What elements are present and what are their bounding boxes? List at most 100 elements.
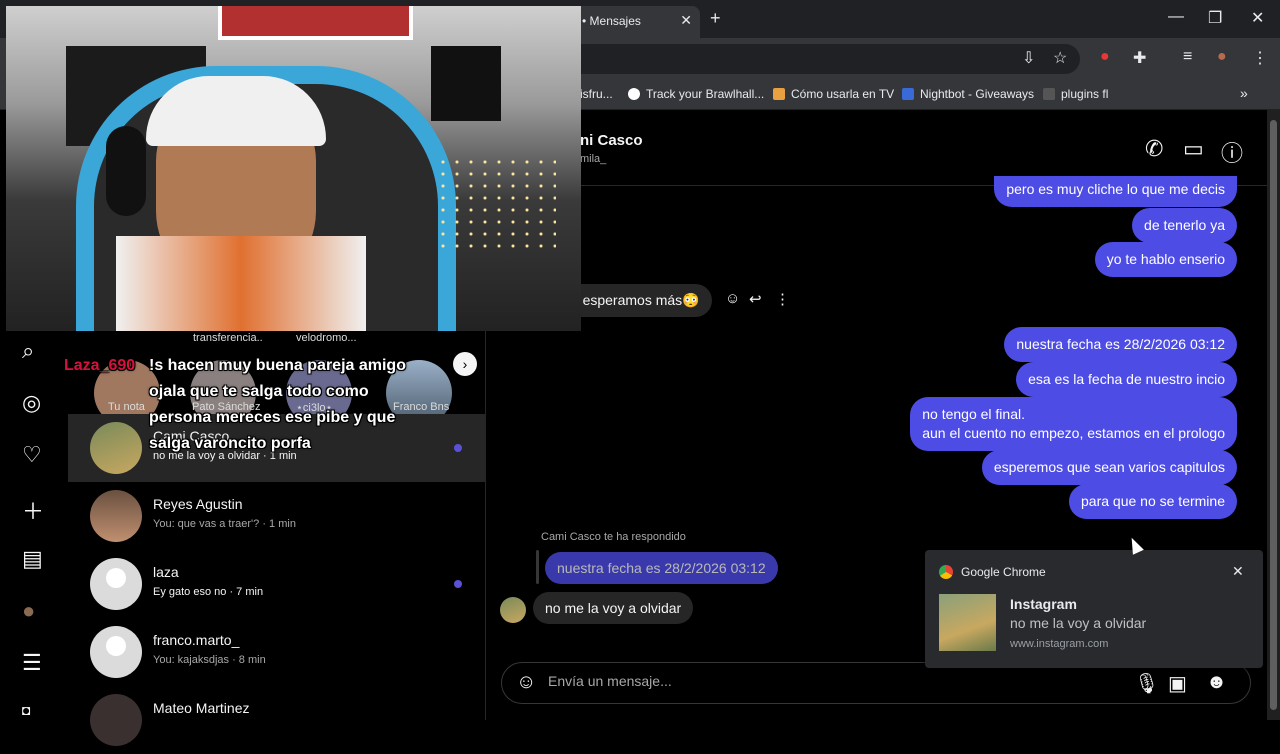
light-fixture	[218, 6, 413, 40]
chat-header: ni Casco mila_ ✆ ▭ ⓘ	[487, 110, 1267, 186]
tab-title: • Mensajes	[582, 14, 641, 28]
image-icon[interactable]: ▣	[1168, 671, 1187, 696]
outgoing-message: yo te hablo enserio	[1094, 242, 1237, 277]
reply-context-label: Cami Casco te ha respondido	[541, 531, 686, 543]
incoming-message: no me la voy a olvidar	[533, 592, 694, 624]
note-name: Tu nota	[108, 401, 145, 413]
notification-origin: www.instagram.com	[1010, 638, 1109, 650]
phone-icon[interactable]: ✆	[1145, 136, 1163, 162]
bookmark-star-icon[interactable]: ☆	[1053, 48, 1067, 68]
sticker-icon[interactable]: ☻	[1206, 671, 1227, 694]
search-icon[interactable]: ⌕	[22, 338, 34, 364]
avatar	[90, 694, 142, 746]
conversation-row[interactable]: franco.marto_ You: kajaksdjas · 8 min	[68, 618, 486, 686]
notification-app-name: Google Chrome	[961, 565, 1046, 579]
close-icon[interactable]: ✕	[1232, 563, 1244, 580]
browser-tab[interactable]: • Mensajes ✕	[560, 6, 700, 38]
nav-rail: ⌕ ◎ ♡ ＋ ▤ ● ☰ ◘	[0, 330, 68, 720]
conversation-name: Mateo Martinez	[153, 700, 250, 716]
chevron-right-icon[interactable]: ›	[453, 352, 477, 376]
note-bubble: transferencia..	[193, 332, 263, 344]
profile-avatar-icon[interactable]: ●	[22, 598, 35, 624]
media-control-icon[interactable]: ≡	[1183, 48, 1192, 66]
chat-username: Laza_690	[64, 357, 136, 374]
avatar	[90, 422, 142, 474]
address-bar[interactable]	[520, 44, 1080, 74]
conversation-row[interactable]: laza Ey gato eso no · 7 min	[68, 550, 486, 618]
outgoing-message: nuestra fecha es 28/2/2026 03:12	[1004, 327, 1237, 362]
webcam-overlay	[6, 6, 581, 331]
scroll-thumb[interactable]	[1270, 120, 1277, 710]
outgoing-message: de tenerlo ya	[1132, 208, 1237, 243]
bookmark-item[interactable]: Track your Brawlhall...	[628, 87, 764, 101]
stream-chat-overlay: Laza_690 !s hacen muy buena pareja amigo…	[64, 353, 424, 452]
message-composer: ☺ 🎙 ▣ ☻	[501, 662, 1251, 704]
threads-icon[interactable]: ◘	[22, 702, 30, 718]
bookmark-item[interactable]: plugins fl	[1043, 87, 1108, 101]
notification-body: no me la voy a olvidar	[1010, 615, 1147, 631]
install-app-icon[interactable]: ⇩	[1022, 48, 1035, 68]
profile-avatar-icon[interactable]: ●	[1217, 48, 1227, 66]
microphone-icon[interactable]: 🎙	[1134, 671, 1159, 696]
tv-screen	[431, 46, 501, 121]
outgoing-message: para que no se termine	[1069, 484, 1237, 519]
tab-close-icon[interactable]: ✕	[680, 12, 692, 29]
avatar	[90, 558, 142, 610]
extensions-puzzle-icon[interactable]: ✚	[1133, 48, 1146, 68]
react-emoji-icon[interactable]: ☺	[725, 290, 740, 307]
bookmark-item[interactable]: Cómo usarla en TV	[773, 87, 894, 101]
streamer-hat	[146, 76, 326, 146]
incoming-message: o, esperamos más😳	[563, 284, 712, 317]
conversation-preview: Ey gato eso no · 7 min	[153, 586, 264, 598]
scrollbar[interactable]	[1267, 110, 1280, 720]
conversation-name: Reyes Agustin	[153, 496, 243, 512]
extension-icon[interactable]: ●	[1100, 48, 1110, 66]
minimize-icon[interactable]: —	[1168, 8, 1184, 26]
explore-icon[interactable]: ◎	[22, 390, 41, 416]
info-icon[interactable]: ⓘ	[1221, 136, 1243, 168]
outgoing-message: no tengo el final. aun el cuento no empe…	[910, 397, 1237, 451]
video-call-icon[interactable]: ▭	[1183, 136, 1204, 162]
message-input[interactable]	[548, 673, 1108, 689]
outgoing-message: esa es la fecha de nuestro incio	[1016, 362, 1237, 397]
emoji-icon[interactable]: ☺	[516, 671, 536, 694]
bookmark-item[interactable]: Nightbot - Giveaways	[902, 87, 1034, 101]
conversation-row[interactable]: Mateo Martinez	[68, 686, 486, 754]
conversation-preview: You: que vas a traer'? · 1 min	[153, 518, 296, 530]
heart-icon[interactable]: ♡	[22, 442, 42, 468]
conversation-row[interactable]: Reyes Agustin You: que vas a traer'? · 1…	[68, 482, 486, 550]
avatar[interactable]	[500, 597, 526, 623]
restore-icon[interactable]: ❐	[1208, 8, 1222, 28]
menu-dots-icon[interactable]: ⋮	[1252, 48, 1268, 68]
avatar	[90, 626, 142, 678]
menu-icon[interactable]: ☰	[22, 650, 42, 676]
plugins-icon	[1043, 88, 1055, 100]
create-icon[interactable]: ＋	[22, 494, 44, 526]
string-lights	[436, 156, 556, 256]
page-icon	[773, 88, 785, 100]
note-bubble: velodromo...	[296, 332, 357, 344]
reply-quote-bar	[536, 550, 539, 584]
conversation-name: franco.marto_	[153, 632, 240, 648]
bookmarks-overflow-icon[interactable]: »	[1240, 85, 1248, 101]
dashboard-icon[interactable]: ▤	[22, 546, 43, 572]
notification-title: Instagram	[1010, 596, 1077, 612]
outgoing-message: pero es muy cliche lo que me decis	[994, 176, 1237, 207]
notification-image	[939, 594, 996, 651]
reply-icon[interactable]: ↩	[749, 290, 762, 308]
chat-contact-name[interactable]: ni Casco	[580, 132, 643, 149]
brawlhalla-icon	[628, 88, 640, 100]
nightbot-icon	[902, 88, 914, 100]
headphones	[106, 126, 146, 216]
new-tab-icon[interactable]: +	[710, 8, 721, 29]
quoted-message[interactable]: nuestra fecha es 28/2/2026 03:12	[545, 552, 778, 584]
more-options-icon[interactable]: ⋮	[775, 290, 790, 308]
chat-message: !s hacen muy buena pareja amigo ojala qu…	[149, 357, 406, 452]
chat-contact-username: mila_	[580, 153, 607, 165]
window-close-icon[interactable]: ✕	[1251, 8, 1264, 28]
bookmark-item[interactable]: isfru...	[580, 87, 613, 101]
chrome-icon	[939, 565, 953, 579]
chrome-notification[interactable]: Google Chrome ✕ Instagram no me la voy a…	[925, 550, 1263, 668]
streamer-scarf	[116, 236, 366, 331]
unread-dot	[454, 580, 462, 588]
